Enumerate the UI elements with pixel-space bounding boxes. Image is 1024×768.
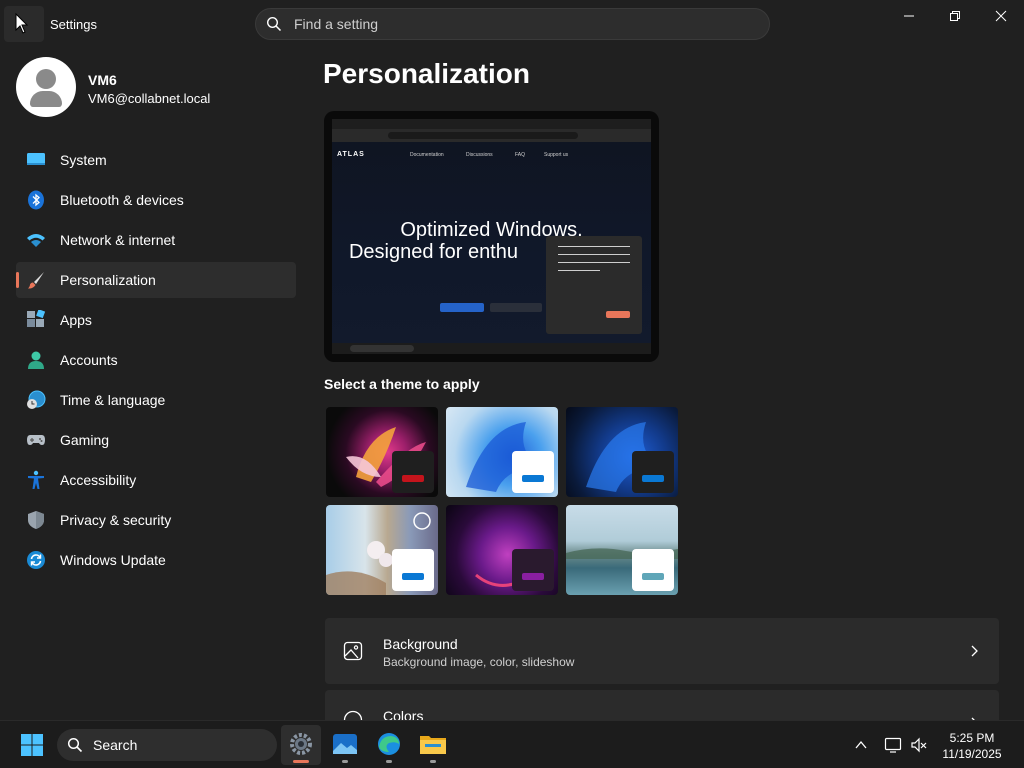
restore-button[interactable] — [932, 0, 978, 32]
sidebar-item-label: Bluetooth & devices — [60, 192, 184, 208]
preview-logo: ATLAS — [337, 151, 365, 158]
windows-logo-icon — [21, 734, 43, 756]
sidebar-item-gaming[interactable]: Gaming — [16, 422, 296, 458]
network-icon[interactable] — [884, 736, 902, 754]
clock-date: 11/19/2025 — [942, 747, 1002, 761]
theme-bloom-dark[interactable] — [566, 407, 678, 497]
avatar — [16, 57, 76, 117]
start-button[interactable] — [12, 725, 52, 765]
sidebar-item-label: System — [60, 152, 107, 168]
sidebar-item-privacy-security[interactable]: Privacy & security — [16, 502, 296, 538]
person-icon — [28, 351, 44, 369]
taskbar-app-file-explorer[interactable] — [413, 725, 453, 765]
close-icon — [995, 10, 1007, 22]
sidebar-item-personalization[interactable]: Personalization — [16, 262, 296, 298]
theme-sunrise-lake[interactable] — [566, 505, 678, 595]
taskbar-clock[interactable]: 5:25 PM 11/19/2025 — [932, 730, 1012, 762]
restore-icon — [950, 11, 960, 21]
globe-clock-icon — [27, 390, 46, 409]
theme-captured-motion[interactable] — [326, 505, 438, 595]
colors-card[interactable]: Colors — [325, 690, 999, 720]
background-card[interactable]: Background Background image, color, slid… — [325, 618, 999, 684]
sidebar-item-accounts[interactable]: Accounts — [16, 342, 296, 378]
chevron-right-icon — [971, 645, 978, 657]
taskbar-search[interactable]: Search — [57, 729, 277, 761]
chevron-up-icon[interactable] — [854, 739, 868, 751]
card-subtitle: Background image, color, slideshow — [383, 655, 575, 669]
search-icon — [67, 737, 83, 753]
shield-icon — [28, 511, 44, 529]
gear-icon — [290, 733, 312, 755]
edge-icon — [378, 733, 400, 755]
sidebar-item-time-language[interactable]: Time & language — [16, 382, 296, 418]
theme-flower[interactable] — [326, 407, 438, 497]
settings-search[interactable] — [255, 8, 770, 40]
update-icon — [27, 551, 45, 569]
taskbar-search-label: Search — [93, 737, 138, 753]
preview-site-nav: ATLAS Documentation Discussions FAQ Supp… — [332, 143, 651, 165]
theme-glow[interactable] — [446, 505, 558, 595]
sidebar-item-label: Apps — [60, 312, 92, 328]
taskbar-app-photos[interactable] — [325, 725, 365, 765]
title-bar: Settings — [0, 0, 1024, 48]
sidebar-item-accessibility[interactable]: Accessibility — [16, 462, 296, 498]
preview-nav-link: FAQ — [515, 152, 526, 158]
accessibility-icon — [28, 470, 44, 489]
palette-icon — [343, 710, 363, 720]
sidebar-item-label: Network & internet — [60, 232, 176, 248]
page-title: Personalization — [323, 58, 530, 89]
settings-search-input[interactable] — [294, 9, 754, 39]
taskbar-app-edge[interactable] — [369, 725, 409, 765]
sidebar-item-bluetooth[interactable]: Bluetooth & devices — [16, 182, 296, 218]
preview-screen: ATLAS Documentation Discussions FAQ Supp… — [332, 119, 651, 354]
close-button[interactable] — [978, 0, 1024, 32]
app-title: Settings — [50, 17, 97, 32]
preview-nav-link: Support us — [544, 152, 569, 158]
card-title: Colors — [383, 708, 424, 720]
sidebar-item-label: Windows Update — [60, 552, 166, 568]
sidebar-nav: System Bluetooth & devices Network & int… — [16, 142, 296, 582]
monitor-icon — [27, 153, 45, 165]
user-name: VM6 — [88, 72, 117, 88]
search-icon — [266, 16, 282, 32]
minimize-button[interactable] — [886, 0, 932, 32]
paintbrush-icon — [28, 272, 44, 289]
user-email: VM6@collabnet.local — [88, 91, 211, 106]
user-profile[interactable]: VM6 VM6@collabnet.local — [16, 57, 210, 117]
sidebar-item-apps[interactable]: Apps — [16, 302, 296, 338]
preview-dialog — [546, 236, 642, 334]
image-icon — [343, 641, 363, 661]
sidebar-item-label: Accessibility — [60, 472, 137, 488]
preview-nav-link: Documentation — [410, 152, 444, 158]
sidebar-item-system[interactable]: System — [16, 142, 296, 178]
theme-bloom-light[interactable] — [446, 407, 558, 497]
back-button[interactable] — [4, 6, 44, 42]
gamepad-icon — [27, 435, 45, 445]
sidebar-item-windows-update[interactable]: Windows Update — [16, 542, 296, 578]
clock-time: 5:25 PM — [949, 731, 995, 745]
apps-icon — [27, 310, 46, 327]
preview-nav-link: Discussions — [466, 152, 493, 158]
photos-icon — [333, 734, 357, 754]
folder-icon — [420, 736, 446, 754]
sidebar-item-network[interactable]: Network & internet — [16, 222, 296, 258]
sidebar-item-label: Personalization — [60, 272, 156, 288]
sidebar-item-label: Time & language — [60, 392, 166, 408]
sidebar-item-label: Privacy & security — [60, 512, 172, 528]
themes-label: Select a theme to apply — [324, 376, 480, 392]
bluetooth-icon — [28, 190, 44, 210]
sidebar-item-label: Gaming — [60, 432, 110, 448]
sidebar-item-label: Accounts — [60, 352, 118, 368]
taskbar: Search 5:25 PM 11/19/2025 — [0, 720, 1024, 768]
card-title: Background — [383, 636, 458, 652]
theme-preview: ATLAS Documentation Discussions FAQ Supp… — [324, 111, 659, 362]
taskbar-app-settings[interactable] — [281, 725, 321, 765]
minimize-icon — [904, 15, 914, 17]
volume-muted-icon[interactable] — [910, 736, 928, 754]
cursor-icon — [15, 12, 29, 34]
wifi-icon — [27, 234, 45, 247]
